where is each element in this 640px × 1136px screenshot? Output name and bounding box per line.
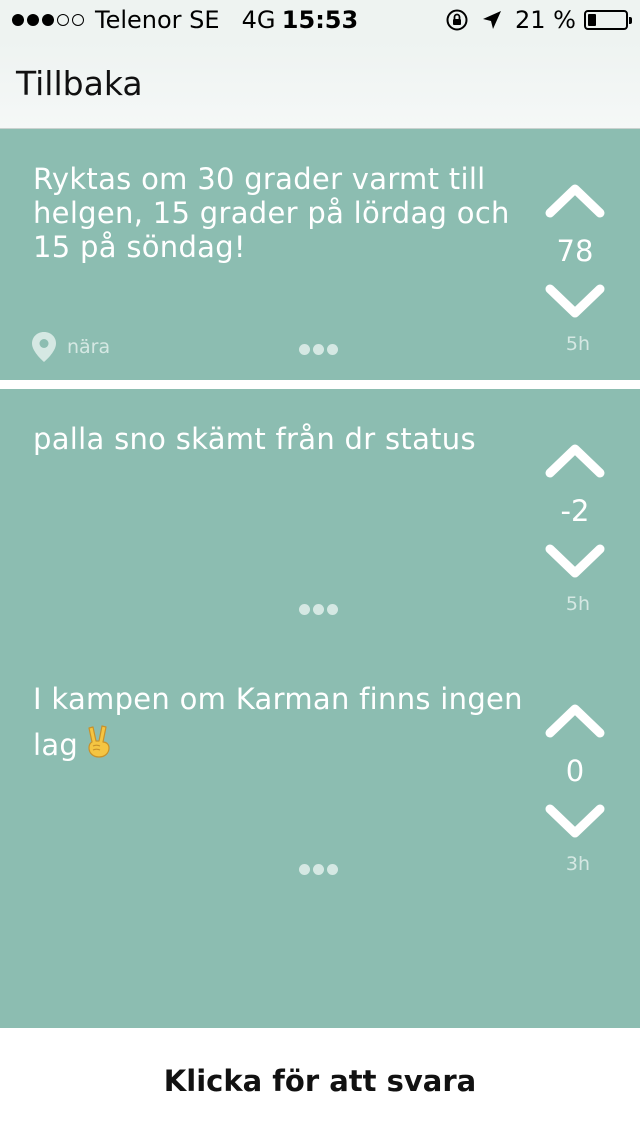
ellipsis-dot xyxy=(327,604,338,615)
battery-level xyxy=(588,14,596,26)
status-right: 21 % xyxy=(445,6,632,34)
ellipsis-dot xyxy=(313,344,324,355)
vote-count: 0 xyxy=(565,754,585,788)
vote-control: -2 xyxy=(540,439,610,583)
chevron-down-icon xyxy=(545,544,605,578)
downvote-button[interactable] xyxy=(540,537,610,583)
ellipsis-dot xyxy=(313,864,324,875)
ellipsis-dot xyxy=(299,604,310,615)
vote-count: -2 xyxy=(560,494,590,528)
orientation-lock-icon xyxy=(445,8,469,32)
post-list: Ryktas om 30 grader varmt till helgen, 1… xyxy=(0,129,640,1028)
post-age: 5h xyxy=(565,593,591,615)
reply-post: I kampen om Karman finns ingen lag 0 3h xyxy=(0,649,640,909)
battery-percent: 21 % xyxy=(515,6,576,34)
post-text: palla sno skämt från dr status xyxy=(33,422,476,456)
downvote-button[interactable] xyxy=(540,797,610,843)
ellipsis-dot xyxy=(299,864,310,875)
ellipsis-dot xyxy=(313,604,324,615)
post-location: nära xyxy=(31,331,110,363)
peace-hand-emoji xyxy=(84,724,114,771)
post-age: 3h xyxy=(565,853,591,875)
chevron-down-icon xyxy=(545,804,605,838)
chevron-down-icon xyxy=(545,284,605,318)
post-text: I kampen om Karman finns ingen lag xyxy=(33,676,533,771)
original-post: Ryktas om 30 grader varmt till helgen, 1… xyxy=(0,129,640,380)
vote-control: 0 xyxy=(540,699,610,843)
post-divider xyxy=(0,380,640,389)
status-bar: Telenor SE 4G 15:53 21 % xyxy=(0,0,640,40)
reply-button[interactable]: Klicka för att svara xyxy=(0,1028,640,1136)
vote-count: 78 xyxy=(556,234,594,268)
ellipsis-dot xyxy=(327,864,338,875)
location-arrow-icon xyxy=(481,9,503,31)
navigation-bar: Tillbaka xyxy=(0,40,640,129)
back-button[interactable]: Tillbaka xyxy=(16,64,143,103)
more-options-button[interactable] xyxy=(299,344,341,355)
post-age: 5h xyxy=(565,333,591,355)
more-options-button[interactable] xyxy=(299,864,341,875)
more-options-button[interactable] xyxy=(299,604,341,615)
ellipsis-dot xyxy=(327,344,338,355)
downvote-button[interactable] xyxy=(540,277,610,323)
upvote-button[interactable] xyxy=(540,179,610,225)
vote-control: 78 xyxy=(540,179,610,323)
chevron-up-icon xyxy=(545,444,605,478)
chevron-up-icon xyxy=(545,184,605,218)
reply-button-label: Klicka för att svara xyxy=(163,1064,477,1098)
post-text: Ryktas om 30 grader varmt till helgen, 1… xyxy=(33,162,510,264)
reply-post: palla sno skämt från dr status -2 5h xyxy=(0,389,640,649)
chevron-up-icon xyxy=(545,704,605,738)
upvote-button[interactable] xyxy=(540,699,610,745)
map-pin-icon xyxy=(32,332,56,362)
ellipsis-dot xyxy=(299,344,310,355)
upvote-button[interactable] xyxy=(540,439,610,485)
battery-icon xyxy=(584,10,632,30)
location-label: nära xyxy=(67,336,111,358)
screen: Telenor SE 4G 15:53 21 % Tillbaka Ryktas… xyxy=(0,0,640,1136)
